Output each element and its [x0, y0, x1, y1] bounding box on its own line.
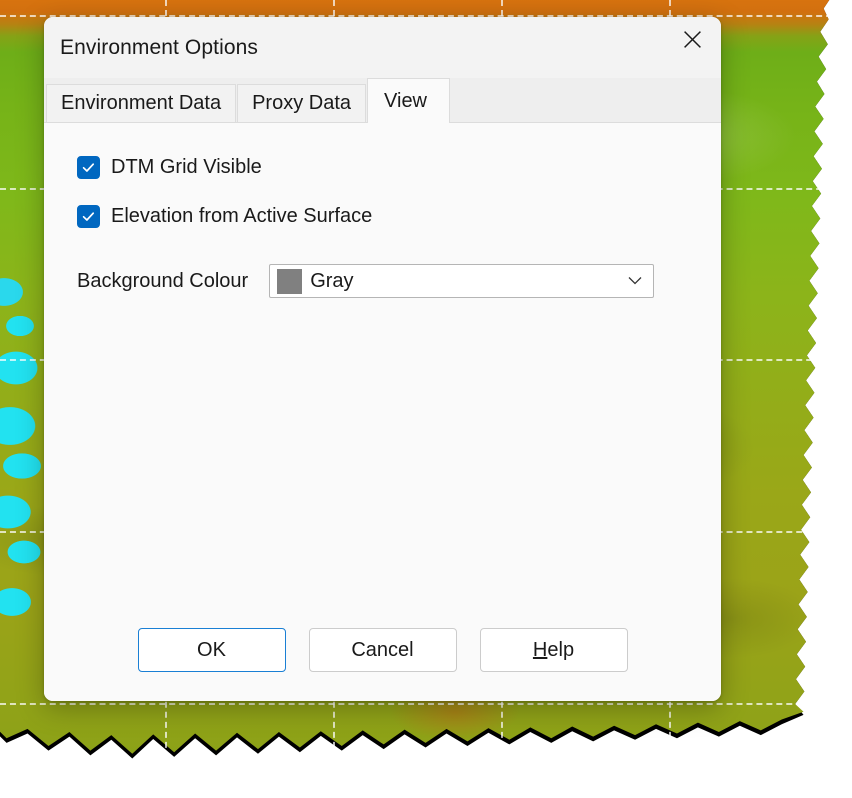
checkmark-icon [81, 160, 96, 175]
grid-line-vertical [837, 0, 839, 798]
help-button-label: Help [533, 639, 574, 662]
tab-label: Proxy Data [252, 92, 352, 114]
chevron-down-icon[interactable] [628, 277, 642, 286]
application-window: Environment Options Environment Data Pro… [0, 0, 852, 798]
dialog-titlebar: Environment Options [44, 17, 721, 78]
tab-label: Environment Data [61, 92, 222, 114]
background-colour-value: Gray [310, 269, 354, 292]
colour-swatch [277, 268, 303, 294]
tab-view[interactable]: View [367, 78, 451, 123]
checkbox-dtm-grid-visible[interactable]: DTM Grid Visible [77, 156, 262, 179]
tab-environment-data[interactable]: Environment Data [46, 84, 237, 122]
dialog-title: Environment Options [60, 35, 258, 59]
checkbox-elevation-from-active-surface[interactable]: Elevation from Active Surface [77, 205, 372, 228]
help-accelerator: H [532, 638, 548, 661]
ok-button-label: OK [197, 638, 226, 661]
checkbox-label: DTM Grid Visible [111, 156, 262, 178]
help-label-rest: elp [547, 638, 575, 661]
cancel-button-label: Cancel [351, 638, 414, 661]
ok-button[interactable]: OK [137, 628, 286, 672]
checkbox-label: Elevation from Active Surface [111, 205, 373, 227]
cancel-button[interactable]: Cancel [308, 628, 457, 672]
help-button[interactable]: Help [479, 628, 628, 672]
environment-options-dialog: Environment Options Environment Data Pro… [44, 17, 721, 701]
tab-proxy-data[interactable]: Proxy Data [237, 84, 367, 122]
checkbox-box[interactable] [77, 156, 100, 179]
close-icon [683, 30, 702, 49]
tab-strip: Environment Data Proxy Data View [44, 78, 721, 123]
tab-label: View [384, 89, 428, 112]
checkmark-icon [81, 209, 96, 224]
checkbox-box[interactable] [77, 205, 100, 228]
view-tab-panel: DTM Grid Visible Elevation from Active S… [44, 123, 721, 701]
background-colour-label: Background Colour [77, 269, 249, 292]
dialog-button-bar: OK Cancel Help [44, 619, 721, 701]
background-colour-select[interactable]: Gray [269, 264, 655, 298]
background-colour-row: Background Colour Gray [77, 264, 721, 298]
close-button[interactable] [663, 17, 721, 61]
